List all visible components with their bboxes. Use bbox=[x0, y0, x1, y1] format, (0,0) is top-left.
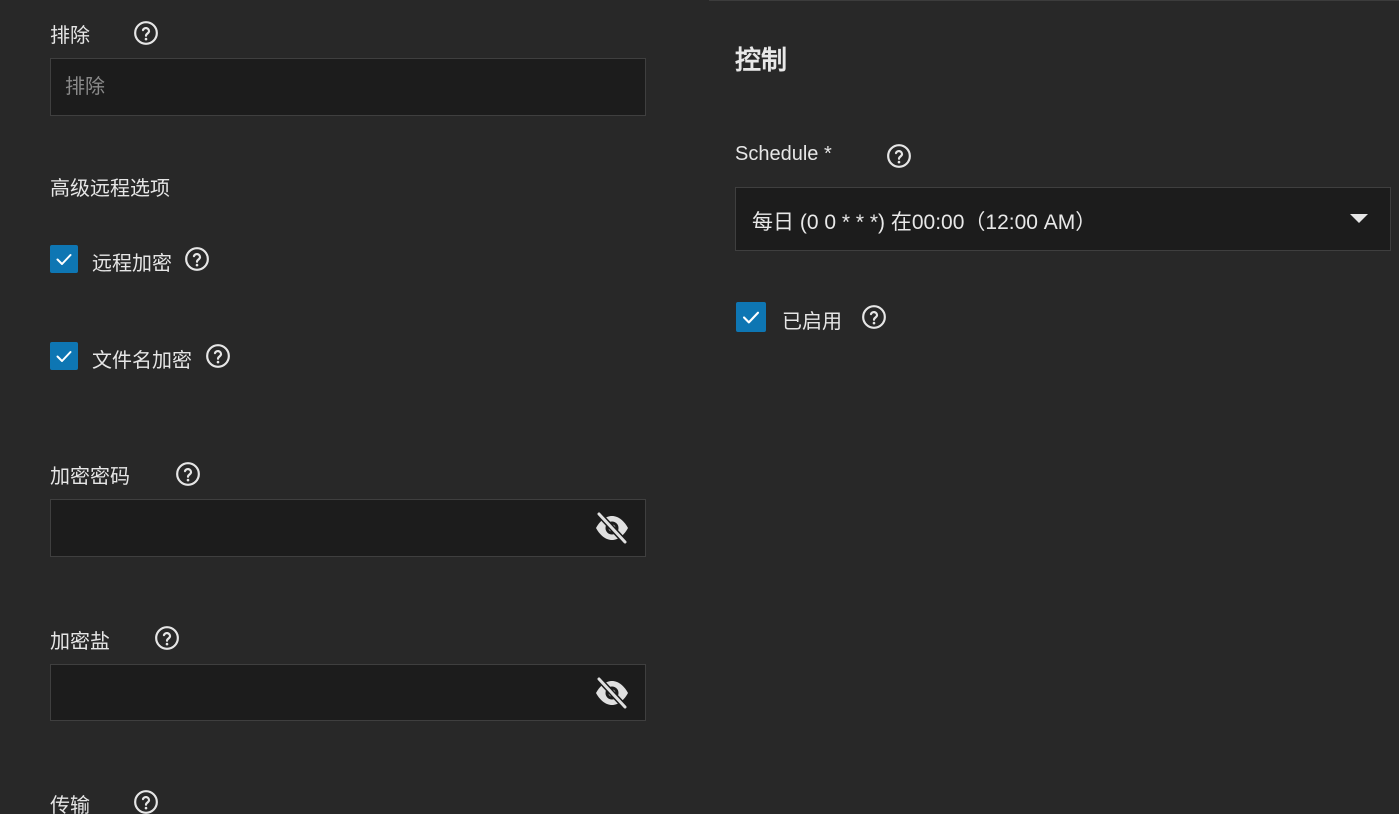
exclude-help-icon[interactable] bbox=[133, 20, 159, 46]
schedule-help-icon[interactable] bbox=[886, 143, 912, 169]
enabled-checkbox[interactable] bbox=[736, 302, 766, 332]
check-icon bbox=[56, 254, 72, 265]
encryption-salt-field bbox=[50, 664, 646, 721]
encryption-password-label: 加密密码 bbox=[50, 466, 130, 488]
cloud-sync-task-form: 排除 高级远程选项 远程加密 文件名加密 加密密码 加密盐 bbox=[0, 0, 1399, 814]
encryption-salt-help-icon[interactable] bbox=[154, 625, 180, 651]
remote-encryption-help-icon[interactable] bbox=[184, 246, 210, 272]
caret-down-icon bbox=[1350, 214, 1368, 223]
encryption-password-input[interactable] bbox=[51, 500, 645, 556]
exclude-field bbox=[50, 58, 646, 116]
check-icon bbox=[56, 351, 72, 362]
encryption-password-field bbox=[50, 499, 646, 557]
control-section-title: 控制 bbox=[735, 45, 788, 75]
encryption-password-help-icon[interactable] bbox=[175, 461, 201, 487]
transfer-help-icon[interactable] bbox=[133, 789, 159, 814]
filename-encryption-help-icon[interactable] bbox=[205, 343, 231, 369]
remote-encryption-label[interactable]: 远程加密 bbox=[92, 247, 172, 276]
remote-encryption-checkbox[interactable] bbox=[50, 245, 78, 273]
exclude-input[interactable] bbox=[51, 59, 645, 115]
schedule-label: Schedule * bbox=[735, 143, 832, 165]
eye-off-icon[interactable] bbox=[593, 676, 631, 710]
exclude-label: 排除 bbox=[50, 25, 90, 47]
filename-encryption-label[interactable]: 文件名加密 bbox=[92, 344, 192, 373]
advanced-remote-options-heading: 高级远程选项 bbox=[50, 178, 170, 200]
enabled-help-icon[interactable] bbox=[861, 304, 887, 330]
eye-off-icon[interactable] bbox=[593, 511, 631, 545]
encryption-salt-label: 加密盐 bbox=[50, 631, 110, 653]
encryption-salt-input[interactable] bbox=[51, 665, 645, 720]
divider bbox=[709, 0, 1399, 1]
schedule-select-value: 每日 (0 0 * * *) 在00:00（12:00 AM） bbox=[752, 211, 1097, 234]
check-icon bbox=[742, 311, 760, 324]
transfer-label: 传输 bbox=[50, 795, 90, 814]
schedule-select[interactable]: 每日 (0 0 * * *) 在00:00（12:00 AM） bbox=[735, 187, 1391, 251]
enabled-label[interactable]: 已启用 bbox=[782, 305, 842, 334]
filename-encryption-checkbox[interactable] bbox=[50, 342, 78, 370]
